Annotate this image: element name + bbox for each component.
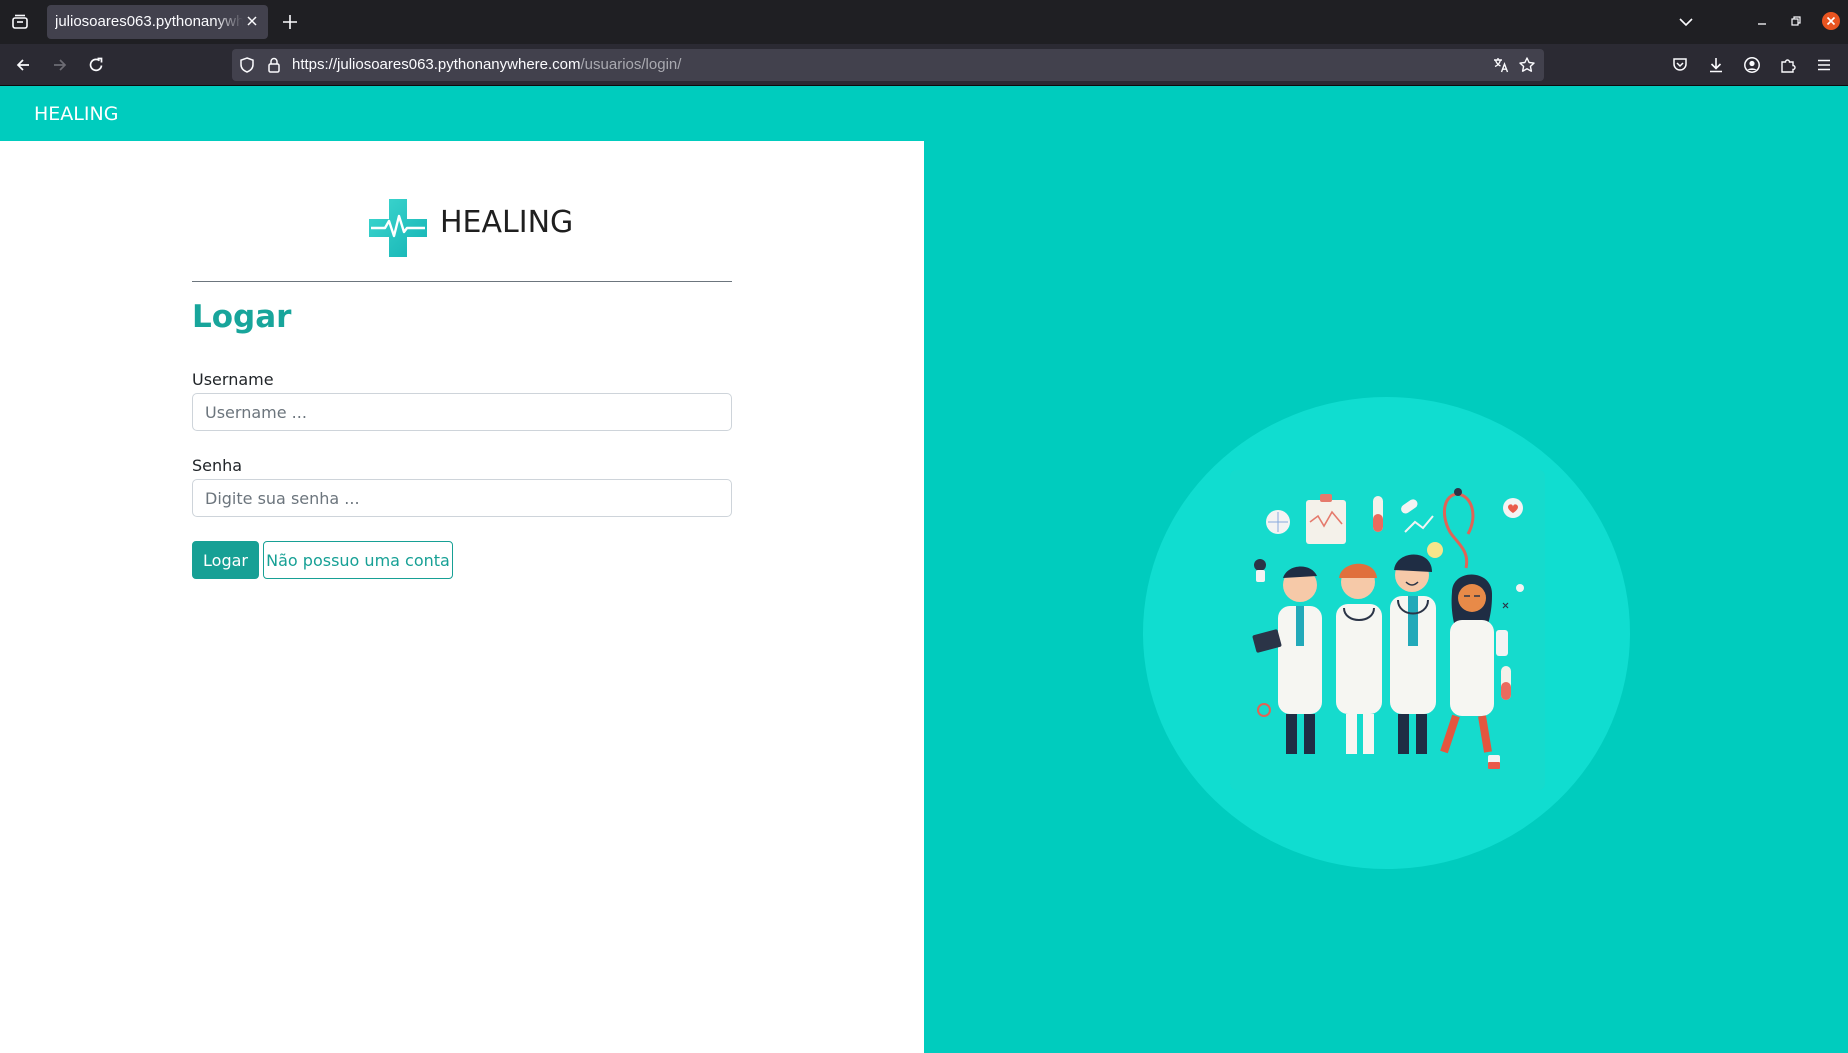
restore-icon[interactable]	[1790, 15, 1802, 27]
back-icon[interactable]	[14, 56, 32, 74]
reload-icon[interactable]	[87, 56, 105, 74]
password-input[interactable]	[192, 479, 732, 517]
page-title: Logar	[192, 299, 292, 335]
login-pane	[0, 141, 924, 1053]
lock-icon[interactable]	[265, 56, 283, 74]
navbar-brand[interactable]: HEALING	[34, 103, 118, 125]
login-button[interactable]: Logar	[192, 541, 259, 579]
password-label: Senha	[192, 456, 243, 475]
downloads-icon[interactable]	[1707, 56, 1725, 74]
menu-icon[interactable]	[1815, 56, 1833, 74]
bookmark-star-icon[interactable]	[1518, 56, 1536, 74]
translate-icon[interactable]	[1492, 56, 1510, 74]
url-text: https://juliosoares063.pythonanywhere.co…	[292, 56, 682, 73]
username-label: Username	[192, 370, 274, 389]
forward-icon	[51, 56, 69, 74]
username-input[interactable]	[192, 393, 732, 431]
tab-list-icon[interactable]	[11, 13, 29, 31]
minimize-icon[interactable]	[1756, 15, 1768, 27]
site-navbar: HEALING	[0, 86, 1848, 141]
address-bar[interactable]: https://juliosoares063.pythonanywhere.co…	[232, 49, 1544, 81]
logo-text: HEALING	[440, 205, 574, 240]
tab-title: juliosoares063.pythonanywhere.com/usuari…	[55, 13, 243, 30]
browser-toolbar: https://juliosoares063.pythonanywhere.co…	[0, 44, 1848, 86]
window-close-icon[interactable]	[1821, 11, 1841, 31]
medical-cross-icon	[367, 197, 429, 259]
browser-tab-bar: juliosoares063.pythonanywhere.com/usuari…	[0, 0, 1848, 44]
account-icon[interactable]	[1743, 56, 1761, 74]
tab-overflow-icon[interactable]	[1677, 13, 1695, 31]
form-divider	[192, 281, 732, 282]
signup-button[interactable]: Não possuo uma conta	[263, 541, 453, 579]
active-tab[interactable]: juliosoares063.pythonanywhere.com/usuari…	[47, 5, 268, 39]
new-tab-icon[interactable]	[281, 13, 299, 31]
extensions-icon[interactable]	[1779, 56, 1797, 74]
close-icon[interactable]	[245, 14, 259, 28]
pocket-icon[interactable]	[1671, 56, 1689, 74]
doctors-illustration	[1220, 470, 1555, 800]
shield-icon[interactable]	[238, 56, 256, 74]
